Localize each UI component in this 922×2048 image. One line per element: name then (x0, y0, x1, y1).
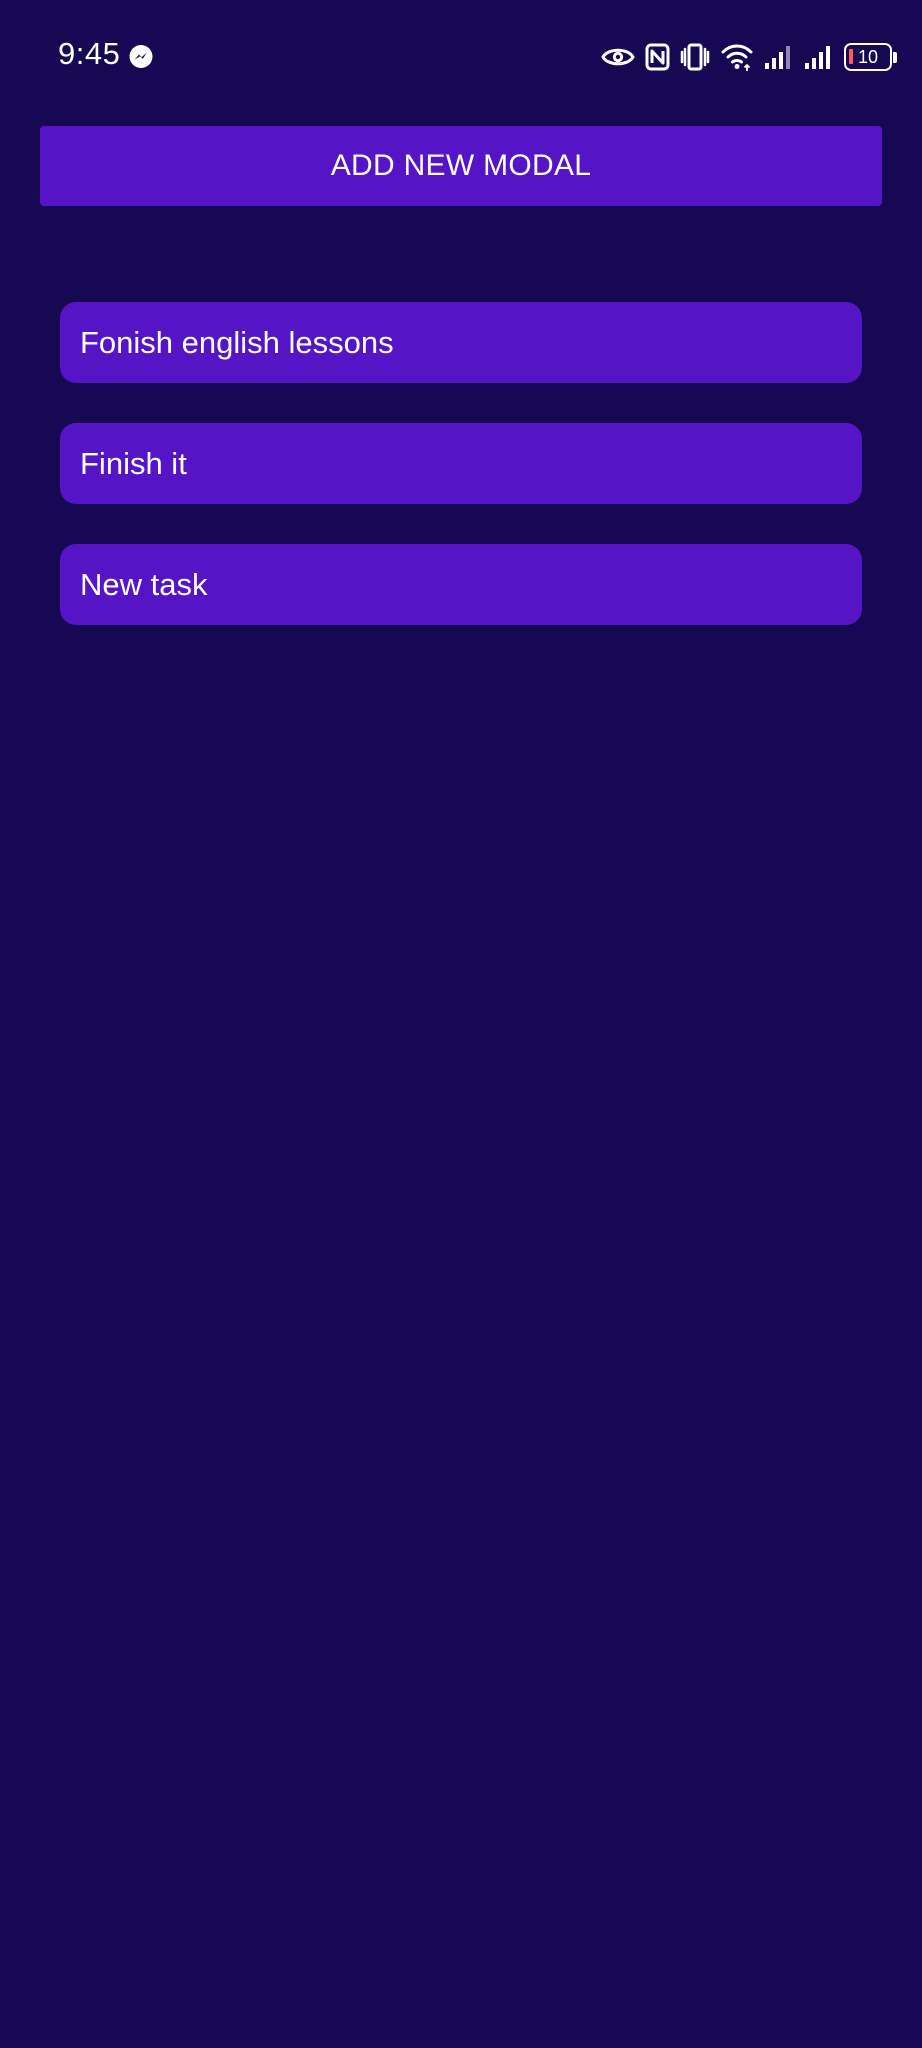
battery-icon: 10 (844, 43, 897, 71)
status-bar: 9:45 10 (0, 0, 922, 116)
task-item[interactable]: Finish it (60, 423, 862, 504)
wifi-icon (721, 44, 753, 71)
messenger-icon (129, 45, 153, 68)
eye-icon (601, 48, 635, 66)
battery-level: 10 (857, 47, 879, 67)
status-icons: 10 (601, 40, 897, 74)
task-item[interactable]: New task (60, 544, 862, 625)
vibrate-icon (680, 43, 710, 71)
nfc-icon (645, 43, 670, 71)
add-new-modal-button[interactable]: ADD NEW MODAL (40, 126, 882, 206)
status-time: 9:45 (58, 36, 121, 71)
signal-icon (805, 46, 830, 69)
task-item[interactable]: Fonish english lessons (60, 302, 862, 383)
task-list: Fonish english lessons Finish it New tas… (60, 302, 862, 625)
signal-icon (765, 46, 790, 69)
